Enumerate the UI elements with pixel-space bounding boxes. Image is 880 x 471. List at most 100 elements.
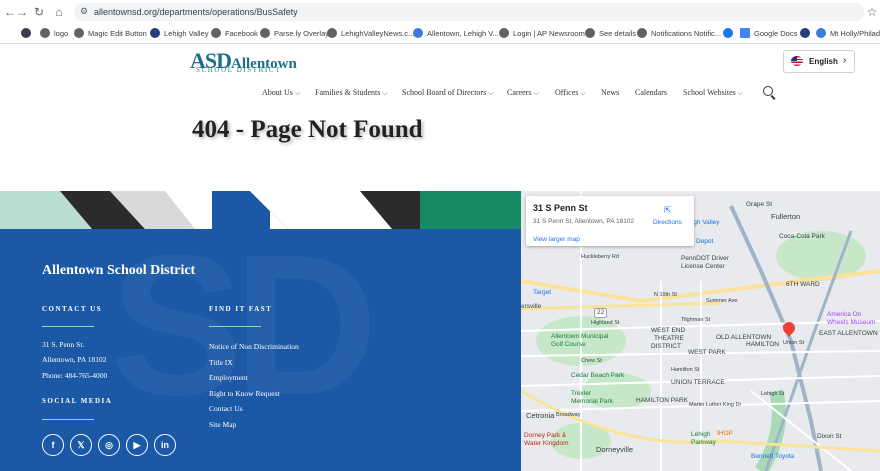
google-map[interactable]: Fullerton Coca-Cola Park Grape St Lehigh…: [521, 191, 880, 471]
map-label: Memorial Park: [571, 398, 613, 405]
bookmark-item[interactable]: Magic Edit Button: [74, 27, 147, 40]
bookmark-item[interactable]: Mt Holly/Philade: [816, 27, 880, 40]
bookmark-item[interactable]: See details: [585, 27, 636, 40]
language-label: English: [809, 57, 838, 66]
site-info-icon[interactable]: ⚙: [80, 6, 88, 17]
map-label: Trexler: [571, 390, 591, 397]
nav-news[interactable]: News: [601, 87, 619, 99]
map-label: Dorneyville: [596, 445, 634, 454]
directions-link[interactable]: Directions: [653, 219, 682, 226]
map-label: Martin Luther King Dr: [689, 402, 742, 408]
nav-school-websites[interactable]: School Websites ⌵: [683, 87, 743, 99]
url-text: allentownsd.org/departments/operations/B…: [94, 7, 298, 17]
map-label: PennDOT Driver: [681, 255, 729, 262]
bookmark-item[interactable]: logo: [40, 27, 68, 40]
map-label: Lehigh St: [761, 391, 785, 397]
district-logo[interactable]: ASDAllentown SCHOOL DISTRICT: [190, 48, 297, 74]
bookmark-item[interactable]: Parse.ly Overlay: [260, 27, 329, 40]
site-footer: SD Allentown School District CONTACT US …: [0, 191, 521, 471]
nav-about-us[interactable]: About Us ⌵: [262, 87, 300, 99]
map-label: Dixon St: [817, 433, 842, 440]
map-label: Summer Ave: [706, 298, 738, 304]
map-label: America On: [827, 311, 862, 318]
map-label: UNION TERRACE: [671, 379, 725, 386]
x-icon[interactable]: 𝕏: [70, 434, 92, 456]
link-non-discrimination[interactable]: Notice of Non Discrimination: [209, 342, 299, 352]
globe-icon: [74, 28, 84, 39]
map-label: IHOP: [717, 430, 733, 437]
nav-careers[interactable]: Careers ⌵: [507, 87, 539, 99]
lehigh-valley-icon: [800, 28, 810, 39]
bookmarks-bar: logo Magic Edit Button Lehigh Valley Fac…: [0, 24, 880, 44]
facebook-icon[interactable]: f: [42, 434, 64, 456]
language-selector[interactable]: English ›: [783, 50, 855, 73]
bookmark-item[interactable]: Lehigh Valley: [150, 27, 208, 40]
social-heading: SOCIAL MEDIA: [42, 397, 113, 405]
facebook-icon: [723, 28, 733, 39]
map-label: WEST END: [651, 327, 686, 334]
linkedin-icon[interactable]: in: [154, 434, 176, 456]
map-label: Dorney Park &: [524, 432, 567, 439]
globe-icon: [637, 28, 647, 39]
nav-families-students[interactable]: Families & Students ⌵: [315, 87, 388, 99]
bookmark-item[interactable]: [800, 27, 814, 40]
map-label: Coca-Cola Park: [779, 233, 825, 240]
youtube-icon[interactable]: ▶: [126, 434, 148, 456]
map-label: Hamilton St: [671, 367, 700, 373]
map-label: Union St: [783, 340, 805, 346]
footer-school-name: Allentown School District: [42, 263, 196, 278]
page-title: 404 - Page Not Found: [192, 116, 423, 143]
chevron-down-icon: ⌵: [488, 89, 494, 97]
address-line-2: Allentown, PA 18102: [42, 355, 107, 364]
chevron-down-icon: ⌵: [533, 89, 539, 97]
map-info-card: 31 S Penn St 31 S Penn St, Allentown, PA…: [526, 196, 694, 246]
globe-icon: [327, 28, 337, 39]
link-contact-us[interactable]: Contact Us: [209, 404, 243, 414]
chevron-down-icon: ⌵: [737, 89, 744, 97]
bookmark-star-icon[interactable]: ☆: [864, 4, 880, 20]
us-flag-icon: [791, 56, 803, 66]
link-title-ix[interactable]: Title IX: [209, 358, 233, 368]
news-icon: [816, 28, 826, 39]
chevron-down-icon: ⌵: [580, 89, 586, 97]
map-label: Parkway: [691, 439, 716, 446]
map-label: Wheels Museum: [827, 319, 876, 326]
nav-school-board[interactable]: School Board of Directors ⌵: [402, 87, 494, 99]
map-label: Huckleberry Rd: [581, 254, 619, 260]
bookmark-item[interactable]: [21, 27, 35, 40]
contact-heading: CONTACT US: [42, 305, 103, 313]
place-name: 31 S Penn St: [533, 203, 588, 213]
reload-icon[interactable]: ↻: [31, 4, 47, 20]
map-label: Target: [533, 289, 552, 296]
instagram-icon[interactable]: ◎: [98, 434, 120, 456]
chevron-down-icon: ⌵: [294, 89, 301, 97]
route-shield: 22: [594, 308, 608, 318]
search-icon[interactable]: [763, 86, 773, 96]
bookmark-item[interactable]: Notifications Notific...: [637, 27, 721, 40]
map-label: 6TH WARD: [786, 281, 820, 288]
place-address: 31 S Penn St, Allentown, PA 18102: [533, 218, 635, 225]
nav-calendars[interactable]: Calendars: [635, 87, 667, 99]
bookmark-item[interactable]: LehighValleyNews.c...: [327, 27, 414, 40]
bookmark-item[interactable]: [723, 27, 737, 40]
nav-offices[interactable]: Offices ⌵: [555, 87, 586, 99]
map-label: EAST ALLENTOWN: [819, 330, 878, 337]
bookmark-item[interactable]: Facebook: [211, 27, 258, 40]
map-label: Water Kingdom: [524, 440, 569, 447]
link-right-to-know[interactable]: Right to Know Request: [209, 389, 280, 399]
directions-icon[interactable]: ⇱: [664, 205, 672, 216]
globe-icon: [260, 28, 270, 39]
address-line-1: 31 S. Penn St.: [42, 340, 85, 349]
map-label: THEATRE: [654, 335, 684, 342]
address-bar[interactable]: ⚙ allentownsd.org/departments/operations…: [74, 3, 864, 21]
bookmark-item[interactable]: Allentown, Lehigh V...: [413, 27, 499, 40]
bookmark-item[interactable]: Google Docs: [740, 27, 797, 40]
home-icon[interactable]: ⌂: [51, 4, 67, 20]
forward-icon[interactable]: →: [14, 4, 30, 20]
view-larger-map-link[interactable]: View larger map: [533, 236, 580, 243]
news-icon: [413, 28, 423, 39]
link-site-map[interactable]: Site Map: [209, 420, 236, 430]
bookmark-item[interactable]: Login | AP Newsroom: [499, 27, 585, 40]
link-employment[interactable]: Employment: [209, 373, 248, 383]
map-label: Chew St: [581, 358, 602, 364]
